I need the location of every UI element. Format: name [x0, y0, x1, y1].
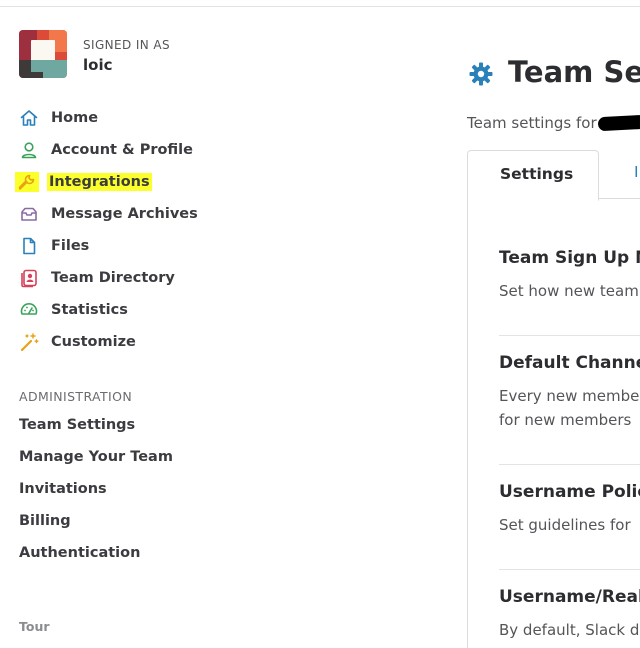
signed-in-label: SIGNED IN AS [83, 38, 171, 52]
sidebar-item-files[interactable]: Files [19, 234, 89, 258]
person-icon [19, 140, 39, 160]
sidebar: SIGNED IN AS loic Home Account & Profile… [0, 7, 440, 648]
directory-icon [19, 268, 39, 288]
section-divider [499, 569, 640, 570]
sidebar-item-label: Customize [51, 334, 136, 350]
sidebar-item-label: Team Directory [51, 270, 175, 286]
section-divider [499, 464, 640, 465]
main-content: Team Sett Team settings for Settings I T… [440, 7, 640, 648]
team-avatar[interactable] [19, 30, 67, 78]
inbox-icon [19, 204, 39, 224]
section-desc-username-policy: Set guidelines for [499, 516, 631, 534]
page-title: Team Sett [508, 55, 640, 89]
magic-wand-icon [19, 332, 39, 352]
section-title-username-real: Username/Real [499, 587, 640, 607]
admin-item-billing[interactable]: Billing [19, 513, 71, 529]
sidebar-item-customize[interactable]: Customize [19, 330, 136, 354]
sidebar-item-label: Account & Profile [51, 142, 193, 158]
section-desc-default-channels-1: Every new membe [499, 387, 640, 405]
tab-settings-label: Settings [500, 165, 574, 183]
admin-item-invitations[interactable]: Invitations [19, 481, 107, 497]
sidebar-item-label: Home [51, 110, 99, 126]
sidebar-item-label: Message Archives [51, 206, 198, 222]
tab-settings[interactable]: Settings [467, 150, 599, 201]
sidebar-item-account-profile[interactable]: Account & Profile [19, 138, 193, 162]
username: loic [83, 56, 113, 74]
section-desc-sign-up: Set how new team [499, 282, 639, 300]
sidebar-item-team-directory[interactable]: Team Directory [19, 266, 175, 290]
file-icon [19, 236, 39, 256]
sidebar-item-integrations[interactable]: Integrations [15, 170, 152, 194]
admin-item-manage-team[interactable]: Manage Your Team [19, 449, 173, 465]
tab-next[interactable]: I [634, 163, 639, 181]
admin-item-authentication[interactable]: Authentication [19, 545, 140, 561]
top-bar [0, 0, 640, 7]
section-desc-default-channels-2: for new members [499, 411, 632, 429]
admin-item-team-settings[interactable]: Team Settings [19, 417, 135, 433]
section-desc-username-real: By default, Slack d [499, 621, 640, 639]
sidebar-item-statistics[interactable]: Statistics [19, 298, 128, 322]
dashboard-icon [19, 300, 39, 320]
page-subtitle: Team settings for [467, 114, 597, 132]
sidebar-item-message-archives[interactable]: Message Archives [19, 202, 198, 226]
wrench-icon [15, 172, 39, 192]
sidebar-item-label: Integrations [47, 173, 152, 191]
redacted-team-name [597, 114, 640, 132]
tour-link[interactable]: Tour [19, 619, 50, 634]
section-title-default-channels: Default Channe [499, 353, 640, 373]
section-title-username-policy: Username Polic [499, 482, 640, 502]
sidebar-item-label: Files [51, 238, 90, 254]
home-icon [19, 108, 39, 128]
gear-icon [468, 61, 494, 87]
sidebar-item-label: Statistics [51, 302, 128, 318]
section-title-sign-up: Team Sign Up M [499, 248, 640, 268]
section-divider [499, 335, 640, 336]
administration-heading: ADMINISTRATION [19, 389, 133, 404]
panel-border [467, 198, 468, 648]
sidebar-item-home[interactable]: Home [19, 106, 98, 130]
